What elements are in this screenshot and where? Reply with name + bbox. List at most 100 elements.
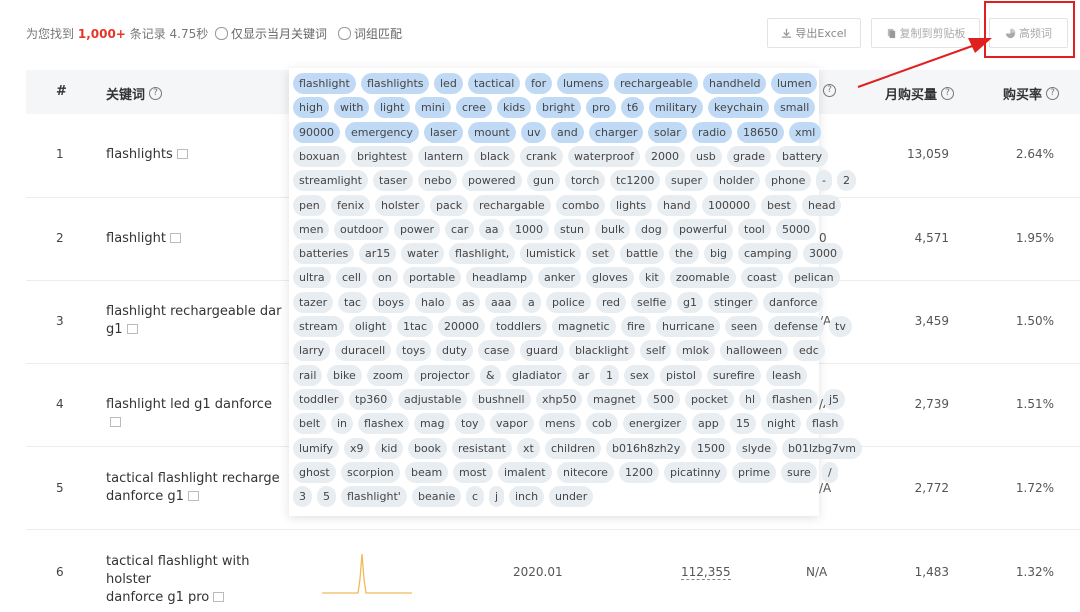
keyword-tag[interactable]: 500: [647, 388, 680, 410]
keyword-tag[interactable]: pistol: [660, 364, 702, 386]
keyword-tag[interactable]: black: [474, 145, 516, 167]
keyword-tag[interactable]: holster: [375, 194, 426, 216]
keyword-tag[interactable]: flashen: [766, 388, 819, 410]
keyword-tag[interactable]: 1000: [509, 218, 549, 240]
keyword-tag[interactable]: toddler: [293, 388, 345, 410]
keyword-tag[interactable]: fenix: [331, 194, 371, 216]
keyword-tag[interactable]: stream: [293, 316, 344, 337]
keyword-tag[interactable]: rechargable: [473, 194, 551, 216]
keyword-tag[interactable]: pro: [586, 97, 616, 119]
keyword-tag[interactable]: projector: [414, 364, 476, 386]
keyword-tag[interactable]: 90000: [293, 121, 340, 143]
keyword-tag[interactable]: most: [453, 461, 493, 483]
keyword-tag[interactable]: pocket: [685, 388, 734, 410]
keyword-tag[interactable]: beanie: [412, 486, 462, 508]
keyword-tag[interactable]: portable: [403, 267, 462, 289]
keyword-tag[interactable]: 3000: [803, 243, 843, 265]
keyword-tag[interactable]: scorpion: [341, 461, 400, 483]
keyword-tag[interactable]: x9: [344, 437, 370, 459]
keyword-tag[interactable]: 1: [600, 364, 619, 386]
keyword-tag[interactable]: streamlight: [293, 170, 368, 192]
keyword-tag[interactable]: 1tac: [397, 316, 434, 337]
keyword-tag[interactable]: hl: [739, 388, 762, 410]
keyword-tag[interactable]: light: [374, 97, 411, 119]
keyword-tag[interactable]: mlok: [676, 340, 715, 362]
keyword-tag[interactable]: inch: [509, 486, 545, 508]
keyword-tag[interactable]: nebo: [418, 170, 458, 192]
keyword-tag[interactable]: laser: [424, 121, 463, 143]
keyword-tag[interactable]: guard: [520, 340, 565, 362]
keyword-tag[interactable]: halo: [415, 291, 451, 313]
keyword-tag[interactable]: bright: [536, 97, 581, 119]
keyword-tag[interactable]: tc1200: [610, 170, 661, 192]
keyword-tag[interactable]: flashlight,: [449, 243, 516, 265]
keyword-tag[interactable]: self: [640, 340, 672, 362]
keyword-tag[interactable]: ar: [572, 364, 596, 386]
keyword-tag[interactable]: danforce: [763, 291, 824, 313]
header-purchase-rate[interactable]: 购买率 ?: [1003, 84, 1060, 103]
keyword-tag[interactable]: led: [434, 73, 463, 94]
keyword-tag[interactable]: 18650: [737, 121, 784, 143]
row-searches[interactable]: 112,355: [681, 565, 731, 580]
keyword-tag[interactable]: hand: [657, 194, 697, 216]
keyword-tag[interactable]: gladiator: [506, 364, 568, 386]
keyword-tag[interactable]: usb: [690, 145, 722, 167]
keyword-tag[interactable]: hurricane: [656, 316, 721, 337]
keyword-tag[interactable]: sex: [624, 364, 655, 386]
keyword-tag[interactable]: 5: [317, 486, 336, 508]
keyword-tag[interactable]: lights: [610, 194, 653, 216]
keyword-text-line2[interactable]: danforce g1: [106, 489, 184, 504]
checkbox-circle[interactable]: [338, 27, 351, 40]
keyword-tag[interactable]: lumistick: [520, 243, 582, 265]
row-keyword[interactable]: flashlight led g1 danforce: [106, 396, 286, 432]
keyword-tag[interactable]: seen: [725, 316, 764, 337]
keyword-tag[interactable]: car: [445, 218, 475, 240]
keyword-tag[interactable]: app: [692, 413, 725, 435]
keyword-tag[interactable]: 100000: [702, 194, 756, 216]
keyword-tag[interactable]: c: [466, 486, 485, 508]
keyword-tag[interactable]: flashex: [358, 413, 410, 435]
keyword-text-line2[interactable]: g1: [106, 322, 123, 337]
keyword-tag[interactable]: toy: [455, 413, 485, 435]
keyword-tag[interactable]: cob: [586, 413, 618, 435]
keyword-tag[interactable]: flashlights: [361, 73, 430, 94]
keyword-tag[interactable]: zoom: [367, 364, 409, 386]
keyword-tag[interactable]: mini: [415, 97, 451, 119]
keyword-tag[interactable]: picatinny: [664, 461, 727, 483]
keyword-tag[interactable]: lumens: [557, 73, 610, 94]
keyword-tag[interactable]: energizer: [623, 413, 687, 435]
keyword-tag[interactable]: pack: [430, 194, 469, 216]
keyword-tag[interactable]: uv: [521, 121, 547, 143]
keyword-tag[interactable]: solar: [648, 121, 687, 143]
keyword-tag[interactable]: emergency: [345, 121, 419, 143]
keyword-tag[interactable]: tazer: [293, 291, 334, 313]
keyword-tag[interactable]: 1500: [691, 437, 731, 459]
keyword-tag[interactable]: handheld: [703, 73, 767, 94]
keyword-tag[interactable]: magnetic: [552, 316, 616, 337]
keyword-tag[interactable]: 15: [730, 413, 756, 435]
keyword-tag[interactable]: crank: [520, 145, 563, 167]
keyword-tag[interactable]: beam: [405, 461, 449, 483]
keyword-tag[interactable]: duty: [436, 340, 473, 362]
keyword-tag[interactable]: stun: [554, 218, 590, 240]
keyword-tag[interactable]: children: [545, 437, 602, 459]
keyword-tag[interactable]: taser: [373, 170, 414, 192]
keyword-tag[interactable]: lumify: [293, 437, 339, 459]
keyword-tag[interactable]: j5: [823, 388, 846, 410]
keyword-tag[interactable]: radio: [692, 121, 733, 143]
keyword-tag[interactable]: stinger: [708, 291, 759, 313]
external-link-icon[interactable]: [176, 149, 188, 159]
header-keyword[interactable]: 关键词 ?: [106, 84, 163, 103]
keyword-tag[interactable]: torch: [565, 170, 606, 192]
keyword-tag[interactable]: battle: [620, 243, 665, 265]
copy-clipboard-button[interactable]: 复制到剪贴板: [871, 18, 980, 48]
external-link-icon[interactable]: [126, 324, 138, 334]
keyword-tag[interactable]: camping: [738, 243, 798, 265]
keyword-tag[interactable]: ultra: [293, 267, 331, 289]
keyword-tag[interactable]: powerful: [673, 218, 733, 240]
keyword-text[interactable]: flashlight rechargeable dar: [106, 304, 281, 319]
keyword-text[interactable]: flashlights: [106, 147, 173, 162]
keyword-tag[interactable]: for: [525, 73, 553, 94]
row-keyword[interactable]: flashlight rechargeable dar g1: [106, 303, 286, 339]
keyword-tag[interactable]: kit: [639, 267, 665, 289]
